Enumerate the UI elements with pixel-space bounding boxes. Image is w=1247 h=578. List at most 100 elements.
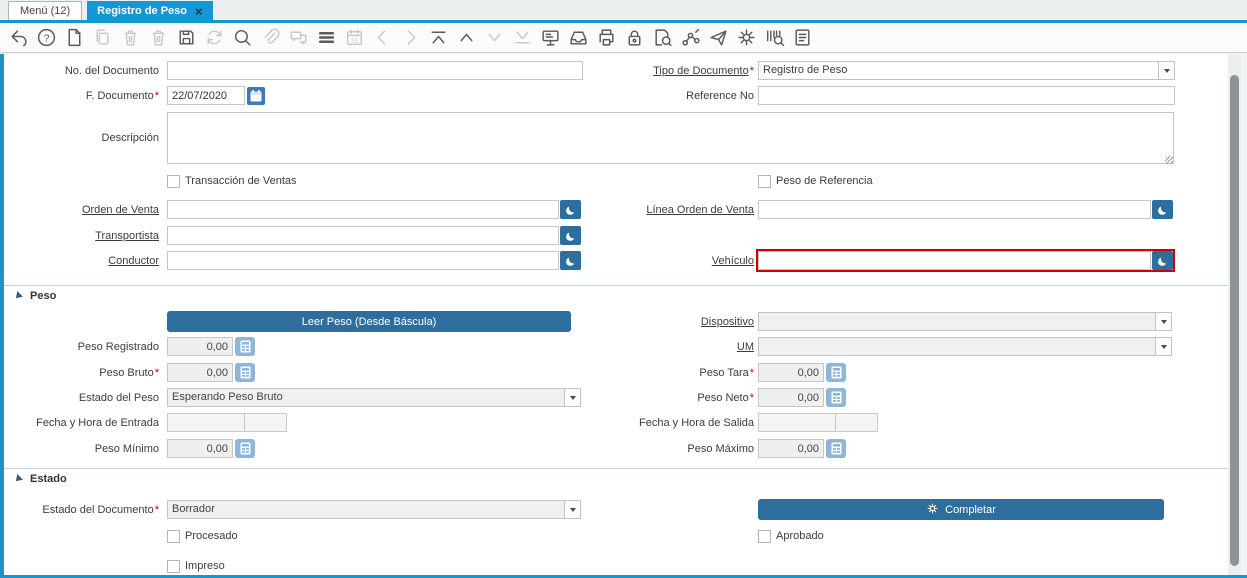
- driver-label[interactable]: Conductor: [108, 255, 159, 267]
- carrier-label[interactable]: Transportista: [95, 230, 159, 242]
- calculator-icon[interactable]: [235, 363, 255, 382]
- approved-checkbox[interactable]: [758, 530, 771, 543]
- doc-status-select[interactable]: Borrador: [167, 500, 581, 519]
- toolbar-lock-button[interactable]: [623, 27, 645, 49]
- uom-value: [759, 338, 1155, 355]
- entry-date-input: [167, 413, 245, 432]
- tab-menu[interactable]: Menú (12): [8, 1, 82, 20]
- chevron-down-icon[interactable]: [1158, 62, 1174, 79]
- description-textarea[interactable]: [167, 112, 1174, 164]
- record-lookup-icon[interactable]: [560, 200, 581, 219]
- min-weight-input: [167, 439, 233, 458]
- calculator-icon[interactable]: [235, 439, 255, 458]
- reference-no-input[interactable]: [758, 86, 1175, 105]
- toolbar-delete-selection-button: [147, 27, 169, 49]
- scrollbar-thumb[interactable]: [1230, 75, 1239, 566]
- record-lookup-icon[interactable]: [1152, 200, 1173, 219]
- entry-time-input: [245, 413, 287, 432]
- record-lookup-icon[interactable]: [560, 251, 581, 270]
- chevron-down-icon: [1155, 313, 1171, 330]
- exit-datetime-label: Fecha y Hora de Salida: [591, 417, 758, 429]
- printed-label: Impreso: [185, 560, 225, 572]
- weight-status-value: Esperando Peso Bruto: [168, 389, 564, 406]
- calculator-icon[interactable]: [235, 337, 255, 356]
- toolbar-workflow-button[interactable]: [679, 27, 701, 49]
- svg-text:31: 31: [350, 37, 358, 44]
- complete-button[interactable]: Completar: [758, 499, 1164, 520]
- toolbar-zoom-across-button[interactable]: [651, 27, 673, 49]
- toolbar-new-record-button[interactable]: [63, 27, 85, 49]
- toolbar-report-window-button[interactable]: [791, 27, 813, 49]
- toolbar-archive-button[interactable]: [567, 27, 589, 49]
- calculator-icon[interactable]: [826, 439, 846, 458]
- toolbar-parent-record-button[interactable]: [455, 27, 477, 49]
- required-asterisk: *: [750, 65, 754, 77]
- record-lookup-icon[interactable]: [1152, 251, 1173, 270]
- toolbar-previous-record-button: [371, 27, 393, 49]
- processed-checkbox[interactable]: [167, 530, 180, 543]
- chevron-down-icon[interactable]: [564, 501, 580, 518]
- tare-weight-label: Peso Tara*: [591, 367, 758, 379]
- toolbar-request-button[interactable]: [707, 27, 729, 49]
- toolbar-print-button[interactable]: [595, 27, 617, 49]
- toolbar-preferences-button[interactable]: [735, 27, 757, 49]
- calendar-picker-button[interactable]: [247, 87, 265, 105]
- vehicle-input[interactable]: [758, 251, 1151, 270]
- weight-registration-window: Menú (12) Registro de Peso × ? 31 No. del…: [0, 0, 1247, 578]
- calculator-icon[interactable]: [826, 388, 846, 407]
- max-weight-label: Peso Máximo: [591, 443, 758, 455]
- toolbar-calendar-button: 31: [343, 27, 365, 49]
- toolbar: ? 31: [0, 23, 1247, 53]
- vertical-scrollbar[interactable]: [1228, 54, 1241, 575]
- toolbar-find-button[interactable]: [231, 27, 253, 49]
- reference-weight-checkbox[interactable]: [758, 175, 771, 188]
- toolbar-last-record-button: [511, 27, 533, 49]
- document-no-input[interactable]: [167, 61, 583, 80]
- tab-registro-de-peso[interactable]: Registro de Peso ×: [87, 1, 212, 20]
- document-type-select[interactable]: Registro de Peso: [758, 61, 1175, 80]
- calculator-icon[interactable]: [826, 363, 846, 382]
- vehicle-field-highlighted: [758, 251, 1173, 270]
- window-left-accent-bar: [0, 54, 4, 578]
- toolbar-product-info-button[interactable]: [763, 27, 785, 49]
- chevron-down-icon[interactable]: [564, 389, 580, 406]
- collapse-triangle-icon[interactable]: [13, 474, 23, 484]
- driver-input[interactable]: [167, 251, 559, 270]
- collapse-triangle-icon[interactable]: [13, 291, 23, 301]
- tab-menu-label: Menú (12): [20, 5, 70, 17]
- sales-order-line-input[interactable]: [758, 200, 1151, 219]
- close-tab-icon[interactable]: ×: [195, 5, 203, 18]
- tab-bar: Menú (12) Registro de Peso ×: [0, 0, 1247, 20]
- sales-order-field: [167, 200, 581, 219]
- sales-order-label[interactable]: Orden de Venta: [82, 204, 159, 216]
- toolbar-report-button[interactable]: [539, 27, 561, 49]
- document-no-label: No. del Documento: [4, 65, 167, 77]
- record-lookup-icon[interactable]: [560, 226, 581, 245]
- exit-time-input: [836, 413, 878, 432]
- toolbar-save-button[interactable]: [175, 27, 197, 49]
- sales-order-input[interactable]: [167, 200, 559, 219]
- toolbar-attachment-button: [259, 27, 281, 49]
- form-area: No. del Documento Tipo de Documento* Reg…: [4, 54, 1228, 575]
- toolbar-first-record-button[interactable]: [427, 27, 449, 49]
- section-peso-header[interactable]: Peso: [4, 285, 1228, 302]
- toolbar-toggle-grid-button[interactable]: [315, 27, 337, 49]
- printed-checkbox[interactable]: [167, 560, 180, 573]
- doc-status-label: Estado del Documento*: [4, 504, 167, 516]
- sales-order-line-label[interactable]: Línea Orden de Venta: [646, 204, 754, 216]
- toolbar-help-button[interactable]: ?: [35, 27, 57, 49]
- weight-status-select[interactable]: Esperando Peso Bruto: [167, 388, 581, 407]
- device-label[interactable]: Dispositivo: [701, 316, 754, 328]
- uom-label[interactable]: UM: [737, 341, 754, 353]
- carrier-input[interactable]: [167, 226, 559, 245]
- document-date-input[interactable]: [167, 86, 245, 105]
- vehicle-label[interactable]: Vehículo: [712, 255, 754, 267]
- section-estado-header[interactable]: Estado: [4, 468, 1228, 485]
- read-weight-button[interactable]: Leer Peso (Desde Báscula): [167, 311, 571, 332]
- toolbar-copy-record-button: [91, 27, 113, 49]
- resize-grip-icon[interactable]: [1165, 156, 1173, 164]
- toolbar-undo-button[interactable]: [7, 27, 29, 49]
- document-type-label[interactable]: Tipo de Documento: [653, 65, 749, 77]
- sales-transaction-checkbox[interactable]: [167, 175, 180, 188]
- section-peso-title: Peso: [30, 290, 56, 302]
